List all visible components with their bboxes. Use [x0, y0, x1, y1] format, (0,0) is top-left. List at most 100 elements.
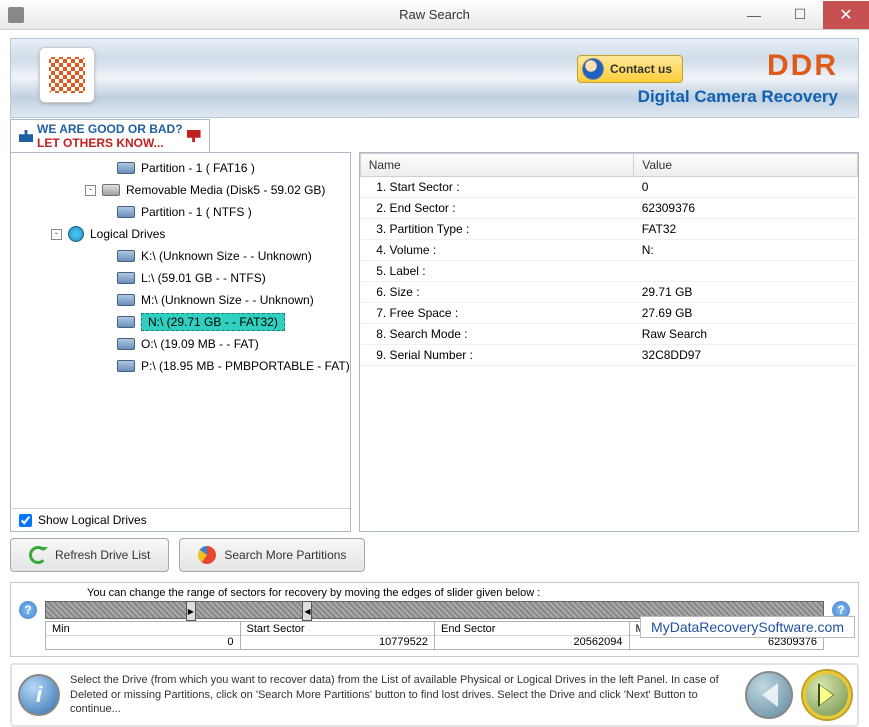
show-logical-checkbox[interactable]	[19, 514, 32, 527]
table-row: 6. Size :29.71 GB	[360, 282, 857, 303]
table-row: 5. Label :	[360, 261, 857, 282]
prop-name: 6. Size :	[360, 282, 634, 303]
back-button[interactable]	[745, 671, 793, 719]
tree-row[interactable]: K:\ (Unknown Size - - Unknown)	[11, 245, 350, 267]
maximize-button[interactable]: ☐	[777, 1, 823, 29]
table-row: 7. Free Space :27.69 GB	[360, 303, 857, 324]
pie-icon	[198, 546, 216, 564]
prop-value: 62309376	[634, 198, 858, 219]
properties-panel: Name Value 1. Start Sector :02. End Sect…	[359, 152, 859, 532]
tree-label: Partition - 1 ( FAT16 )	[141, 161, 255, 175]
prop-value: FAT32	[634, 219, 858, 240]
tree-row[interactable]: O:\ (19.09 MB - - FAT)	[11, 333, 350, 355]
drive-icon	[117, 360, 135, 372]
minimize-button[interactable]: —	[731, 1, 777, 29]
properties-table: Name Value 1. Start Sector :02. End Sect…	[360, 153, 858, 366]
app-logo	[39, 47, 95, 103]
contact-label: Contact us	[610, 62, 672, 76]
prop-value: 29.71 GB	[634, 282, 858, 303]
tree-row[interactable]: N:\ (29.71 GB - - FAT32)	[11, 311, 350, 333]
slider-hint: You can change the range of sectors for …	[87, 587, 850, 599]
close-button[interactable]: ✕	[823, 1, 869, 29]
feedback-link[interactable]: WE ARE GOOD OR BAD? LET OTHERS KNOW...	[10, 119, 210, 153]
drive-icon	[117, 162, 135, 174]
show-logical-label: Show Logical Drives	[38, 513, 147, 527]
tree-row[interactable]: - Logical Drives	[11, 223, 350, 245]
prop-value: 27.69 GB	[634, 303, 858, 324]
footer-link[interactable]: MyDataRecoverySoftware.com	[640, 616, 855, 638]
tree-label: N:\ (29.71 GB - - FAT32)	[141, 313, 285, 331]
search-more-partitions-button[interactable]: Search More Partitions	[179, 538, 365, 572]
table-row: 8. Search Mode :Raw Search	[360, 324, 857, 345]
drive-icon	[117, 272, 135, 284]
prop-name: 7. Free Space :	[360, 303, 634, 324]
col-value[interactable]: Value	[634, 154, 858, 177]
refresh-drive-list-button[interactable]: Refresh Drive List	[10, 538, 169, 572]
tree-label: L:\ (59.01 GB - - NTFS)	[141, 271, 266, 285]
prop-name: 5. Label :	[360, 261, 634, 282]
prop-value: 0	[634, 177, 858, 198]
table-row: 3. Partition Type :FAT32	[360, 219, 857, 240]
drive-icon	[117, 294, 135, 306]
window-title: Raw Search	[399, 7, 470, 22]
prop-value: 32C8DD97	[634, 345, 858, 366]
slider-handle-start[interactable]: ▶	[186, 601, 196, 621]
feedback-bar: WE ARE GOOD OR BAD? LET OTHERS KNOW...	[10, 124, 859, 148]
help-icon-left[interactable]: ?	[19, 601, 37, 619]
brand-subtitle: Digital Camera Recovery	[638, 87, 838, 107]
drive-icon	[117, 338, 135, 350]
refresh-icon	[29, 546, 47, 564]
tree-label: M:\ (Unknown Size - - Unknown)	[141, 293, 314, 307]
prop-name: 4. Volume :	[360, 240, 634, 261]
sector-cell: Start Sector10779522	[240, 621, 435, 650]
sector-label: Min	[46, 623, 240, 635]
tree-row[interactable]: L:\ (59.01 GB - - NTFS)	[11, 267, 350, 289]
prop-value: N:	[634, 240, 858, 261]
table-row: 2. End Sector :62309376	[360, 198, 857, 219]
table-row: 9. Serial Number :32C8DD97	[360, 345, 857, 366]
tree-label: Removable Media (Disk5 - 59.02 GB)	[126, 183, 325, 197]
table-row: 1. Start Sector :0	[360, 177, 857, 198]
drive-icon	[117, 316, 135, 328]
col-name[interactable]: Name	[360, 154, 634, 177]
table-row: 4. Volume :N:	[360, 240, 857, 261]
contact-us-button[interactable]: Contact us	[577, 55, 683, 83]
tree-label: Partition - 1 ( NTFS )	[141, 205, 252, 219]
prop-value: Raw Search	[634, 324, 858, 345]
tree-label: Logical Drives	[90, 227, 165, 241]
slider-handle-end[interactable]: ◀	[302, 601, 312, 621]
tree-expander[interactable]: -	[85, 185, 96, 196]
header-banner: Contact us DDR Digital Camera Recovery	[10, 38, 859, 118]
info-text: Select the Drive (from which you want to…	[70, 673, 735, 718]
prop-value	[634, 261, 858, 282]
brand-text: DDR	[767, 49, 838, 83]
info-icon: i	[18, 674, 60, 716]
sector-label: Start Sector	[241, 623, 435, 635]
tree-row[interactable]: - Removable Media (Disk5 - 59.02 GB)	[11, 179, 350, 201]
thumb-down-icon	[187, 130, 201, 142]
tree-label: O:\ (19.09 MB - - FAT)	[141, 337, 259, 351]
prop-name: 8. Search Mode :	[360, 324, 634, 345]
prop-name: 2. End Sector :	[360, 198, 634, 219]
drive-tree[interactable]: Partition - 1 ( FAT16 ) - Removable Media …	[11, 153, 350, 508]
sector-cell: Min0	[45, 621, 240, 650]
info-bar: i Select the Drive (from which you want …	[10, 663, 859, 727]
app-icon	[8, 7, 24, 23]
prop-name: 3. Partition Type :	[360, 219, 634, 240]
prop-name: 1. Start Sector :	[360, 177, 634, 198]
sector-cell: End Sector20562094	[434, 621, 629, 650]
tree-row[interactable]: Partition - 1 ( NTFS )	[11, 201, 350, 223]
drive-icon	[117, 206, 135, 218]
prop-name: 9. Serial Number :	[360, 345, 634, 366]
tree-expander[interactable]: -	[51, 229, 62, 240]
avatar-icon	[582, 58, 604, 80]
tree-label: K:\ (Unknown Size - - Unknown)	[141, 249, 312, 263]
tree-row[interactable]: Partition - 1 ( FAT16 )	[11, 157, 350, 179]
show-logical-row: Show Logical Drives	[11, 508, 350, 531]
tree-row[interactable]: M:\ (Unknown Size - - Unknown)	[11, 289, 350, 311]
drive-tree-panel: Partition - 1 ( FAT16 ) - Removable Media …	[10, 152, 351, 532]
next-button[interactable]	[803, 671, 851, 719]
titlebar: Raw Search — ☐ ✕	[0, 0, 869, 30]
tree-row[interactable]: P:\ (18.95 MB - PMBPORTABLE - FAT)	[11, 355, 350, 377]
tree-label: P:\ (18.95 MB - PMBPORTABLE - FAT)	[141, 359, 350, 373]
